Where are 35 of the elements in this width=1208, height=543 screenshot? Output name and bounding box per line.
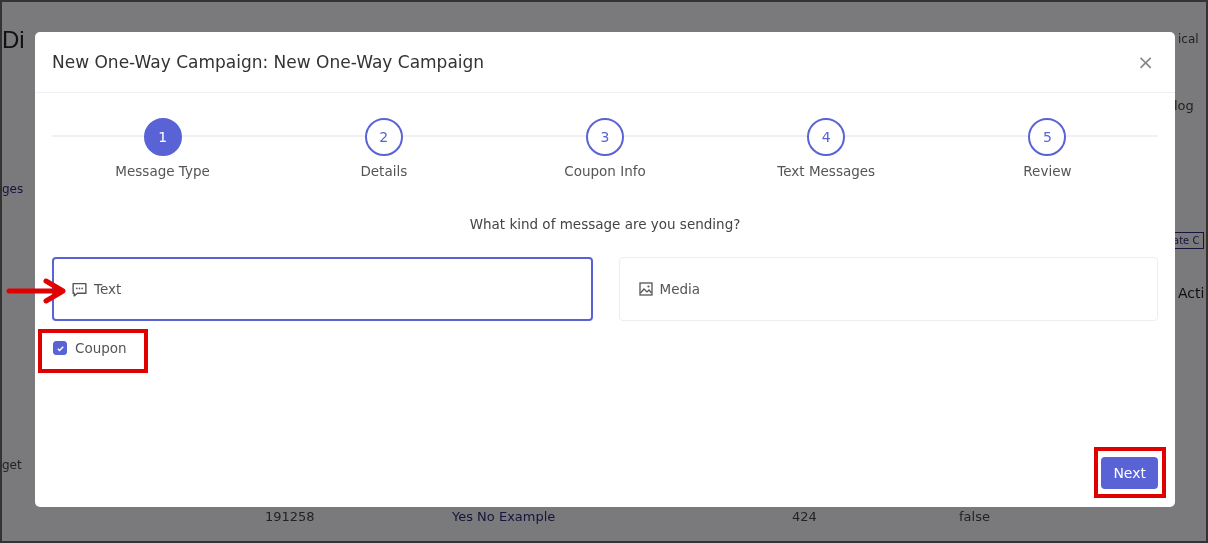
tab-label[interactable]: log (1174, 98, 1194, 113)
question-text: What kind of message are you sending? (468, 216, 742, 232)
coupon-checkbox[interactable] (53, 341, 67, 355)
table-cell: 191258 (265, 509, 315, 524)
check-icon (55, 343, 65, 353)
step-label: Text Messages (777, 163, 876, 179)
annotation-arrow (6, 278, 68, 304)
checkbox-label: Coupon (75, 340, 127, 356)
step-number[interactable]: 1 (143, 118, 182, 156)
option-label: Text (94, 281, 122, 297)
step-label: Details (360, 163, 408, 179)
image-icon (637, 281, 654, 297)
option-label: Media (659, 281, 701, 297)
close-button[interactable]: × (1133, 50, 1158, 74)
step-number[interactable]: 5 (1028, 118, 1067, 156)
sidebar-item[interactable]: get (2, 458, 22, 472)
next-button[interactable]: Next (1101, 457, 1158, 489)
chat-bubble-icon (71, 280, 88, 298)
table-cell: false (959, 509, 990, 524)
sidebar-link[interactable]: ges (2, 182, 24, 196)
message-type-option[interactable]: Text (52, 257, 593, 321)
step-label: Message Type (115, 163, 210, 179)
highlight-box (1094, 447, 1166, 498)
message-type-option[interactable]: Media (618, 257, 1158, 321)
step-label: Review (1023, 163, 1072, 179)
step-number[interactable]: 4 (807, 118, 846, 156)
table-cell: 424 (792, 509, 817, 524)
column-heading: Acti (1178, 285, 1205, 301)
step-number[interactable]: 3 (586, 118, 624, 156)
step-number[interactable]: 2 (364, 118, 403, 156)
table-link[interactable]: Yes No Example (452, 509, 556, 524)
dialog-title: New One-Way Campaign: New One-Way Campaign (52, 52, 485, 72)
app-title: Di (2, 26, 25, 54)
user-name: ical (1178, 32, 1199, 46)
step-label: Coupon Info (564, 163, 646, 179)
